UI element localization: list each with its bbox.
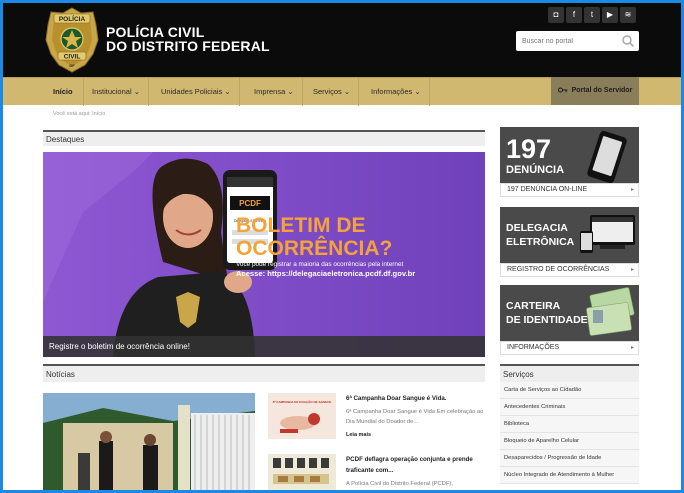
- badge-top-text: POLÍCIA: [59, 14, 86, 23]
- nav-informacoes[interactable]: Informações ⌄: [363, 78, 430, 106]
- delegacia-line2: ELETRÔNICA: [506, 235, 575, 248]
- hero-heading-line1: BOLETIM DE: [236, 214, 366, 237]
- site-title[interactable]: POLÍCIA CIVIL DO DISTRITO FEDERAL: [106, 25, 270, 53]
- carteira-link[interactable]: INFORMAÇÕES ▸: [500, 341, 639, 355]
- nav-institucional[interactable]: Institucional ⌄: [84, 78, 149, 106]
- card-carteira-identidade[interactable]: CARTEIRA DE IDENTIDADE INFORMAÇÕES ▸: [500, 285, 639, 356]
- badge-bottom-text: CIVIL: [64, 54, 81, 61]
- hero-heading-line2: OCORRÊNCIA?: [236, 236, 392, 260]
- badge-abbr-text: DF: [69, 63, 75, 68]
- site-title-line2: DO DISTRITO FEDERAL: [106, 38, 270, 54]
- instagram-icon[interactable]: ◘: [548, 7, 564, 23]
- phone-brand-text: PCDF: [239, 199, 261, 208]
- card-delegacia-eletronica[interactable]: DELEGACIA ELETRÔNICA REGISTRO DE OCORRÊN…: [500, 207, 639, 278]
- delegacia-banner: DELEGACIA ELETRÔNICA: [500, 207, 639, 263]
- chevron-down-icon: ⌄: [224, 87, 231, 96]
- police-operation-photo: [43, 393, 255, 490]
- thumb-campaign-text: 6ª CAMPANHA DE DOAÇÃO DE SANGUE: [273, 399, 332, 404]
- hero-subtitle-line2: Acesse: https://delegaciaeletronica.pcdf…: [236, 269, 415, 278]
- carteira-banner: CARTEIRA DE IDENTIDADE: [500, 285, 639, 341]
- card-197-denuncia[interactable]: 197 DENÚNCIA 197 DENÚNCIA ON-LINE ▸: [500, 127, 639, 198]
- nav-imprensa[interactable]: Imprensa ⌄: [246, 78, 303, 106]
- delegacia-link[interactable]: REGISTRO DE OCORRÊNCIAS ▸: [500, 263, 639, 277]
- service-item-nucleo-mulher[interactable]: Núcleo Integrado de Atendimento à Mulher: [500, 467, 639, 484]
- nav-inicio[interactable]: Início: [43, 78, 84, 106]
- carteira-line2: DE IDENTIDADE: [506, 314, 588, 326]
- hero-subtitle-line1: Você pode registrar a maioria das ocorrê…: [236, 261, 404, 268]
- chevron-right-icon: ▸: [630, 187, 634, 193]
- service-item-biblioteca[interactable]: Biblioteca: [500, 416, 639, 433]
- pcdf-badge-logo[interactable]: POLÍCIA CIVIL DF: [45, 7, 99, 73]
- denuncia-banner: 197 DENÚNCIA: [500, 127, 639, 183]
- servicos-heading: Serviços: [500, 364, 639, 382]
- site-title-line1: POLÍCIA CIVIL: [106, 24, 205, 40]
- facebook-icon[interactable]: f: [566, 7, 582, 23]
- denuncia-number: 197: [506, 134, 551, 164]
- news-title-doar-sangue[interactable]: 6ª Campanha Doar Sangue é Vida.: [346, 393, 481, 404]
- chevron-right-icon: ▸: [630, 345, 634, 351]
- news-main-photo[interactable]: [43, 393, 255, 490]
- hero-caption[interactable]: Registre o boletim de ocorrência online!: [43, 336, 485, 357]
- service-item-antecedentes[interactable]: Antecedentes Criminais: [500, 399, 639, 416]
- carteira-line1: CARTEIRA: [506, 300, 561, 312]
- denuncia-word: DENÚNCIA: [506, 163, 564, 176]
- nav-unidades-policiais[interactable]: Unidades Policiais ⌄: [153, 78, 240, 106]
- news-title-operacao[interactable]: PCDF deflagra operação conjunta e prende…: [346, 454, 481, 476]
- chevron-down-icon: ⌄: [414, 87, 421, 96]
- search-input[interactable]: [516, 31, 616, 51]
- news-thumb-operacao[interactable]: [268, 454, 336, 490]
- service-item-bloqueio-celular[interactable]: Bloqueio de Aparelho Celular: [500, 433, 639, 450]
- news-summary-operacao: A Polícia Civil do Distrito Federal (PCD…: [346, 481, 453, 487]
- portal-servidor-button[interactable]: Portal do Servidor: [551, 77, 639, 105]
- noticias-heading: Notícias: [43, 364, 485, 382]
- site-header: POLÍCIA CIVIL DF POLÍCIA CIVIL DO DISTRI…: [3, 3, 681, 77]
- service-item-desaparecidos[interactable]: Desaparecidos / Progressão de Idade: [500, 450, 639, 467]
- breadcrumb[interactable]: Você está aqui: Início: [53, 111, 105, 117]
- news-summary-doar-sangue: 6ª Campanha Doar Sangue é Vida Em celebr…: [346, 409, 484, 425]
- youtube-icon[interactable]: ▶: [602, 7, 618, 23]
- chevron-down-icon: ⌄: [133, 87, 140, 96]
- service-item-carta[interactable]: Carta de Serviços ao Cidadão: [500, 382, 639, 399]
- denuncia-link[interactable]: 197 DENÚNCIA ON-LINE ▸: [500, 183, 639, 197]
- chevron-right-icon: ▸: [630, 267, 634, 273]
- search-box: [516, 31, 639, 51]
- chevron-down-icon: ⌄: [287, 87, 294, 96]
- chevron-down-icon: ⌄: [343, 87, 351, 96]
- rss-icon[interactable]: ≋: [620, 7, 636, 23]
- read-more-link[interactable]: Leia mais: [346, 432, 371, 438]
- hero-artwork: PCDF Delegacia Eletrônica BOLETIM DE OCO…: [43, 152, 485, 357]
- browser-viewport: POLÍCIA CIVIL DF POLÍCIA CIVIL DO DISTRI…: [3, 3, 681, 490]
- delegacia-line1: DELEGACIA: [506, 222, 568, 234]
- search-icon[interactable]: [621, 34, 635, 48]
- key-icon: [557, 87, 568, 93]
- nav-servicos[interactable]: Serviços ⌄: [305, 78, 360, 106]
- destaques-heading: Destaques: [43, 130, 485, 146]
- news-thumb-doar-sangue[interactable]: 6ª CAMPANHA DE DOAÇÃO DE SANGUE: [268, 393, 336, 439]
- hero-slide[interactable]: PCDF Delegacia Eletrônica BOLETIM DE OCO…: [43, 152, 485, 357]
- twitter-icon[interactable]: t: [584, 7, 600, 23]
